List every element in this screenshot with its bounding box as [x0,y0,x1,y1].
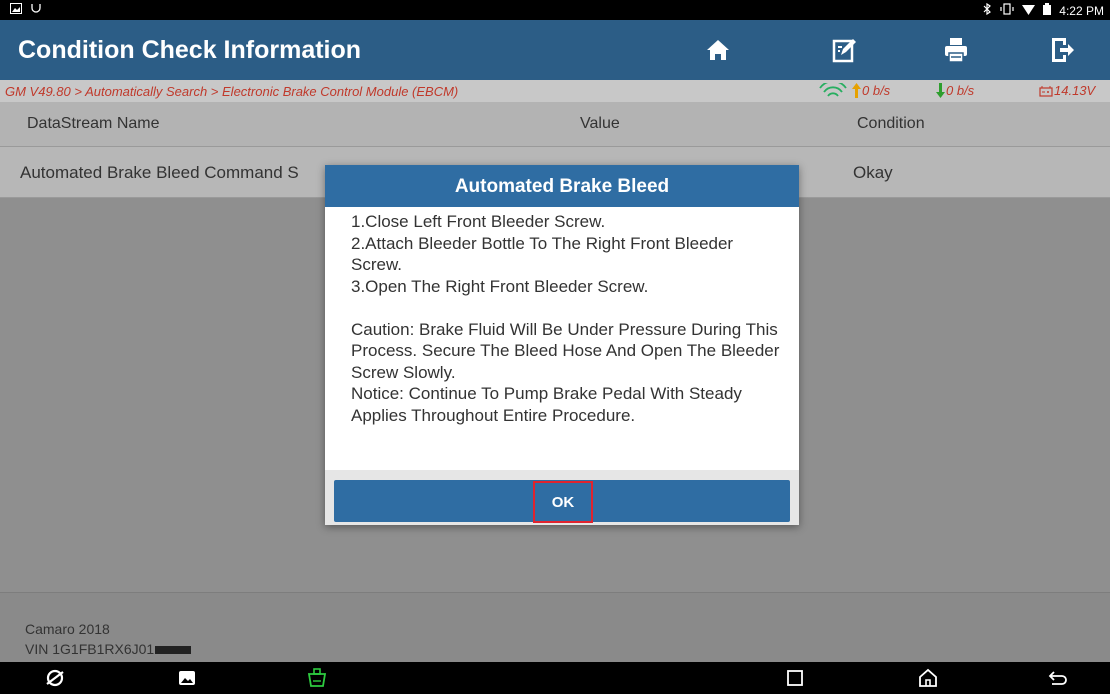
dialog-notice: Notice: Continue To Pump Brake Pedal Wit… [351,384,742,425]
ok-button-label: OK [533,481,593,523]
status-bar: 4:22 PM [0,0,1110,20]
recents-button[interactable] [780,666,810,690]
dialog-caution: Caution: Brake Fluid Will Be Under Press… [351,319,780,382]
vibrate-icon [1000,3,1014,18]
datastream-condition-cell: Okay [853,163,893,182]
column-header-name: DataStream Name [27,115,160,132]
table-header: DataStream Name Value Condition [0,102,1110,146]
vehicle-info-footer: Camaro 2018 VIN 1G1FB1RX6J01 [0,592,1110,662]
dialog-title: Automated Brake Bleed [325,165,799,207]
print-button[interactable] [926,28,986,72]
home-button[interactable] [688,28,748,72]
back-icon [1048,671,1067,685]
upload-arrow-icon [852,83,861,98]
automated-brake-bleed-dialog: Automated Brake Bleed 1.Close Left Front… [325,165,799,525]
recents-icon [787,670,803,686]
gallery-icon [179,671,195,685]
home-nav-button[interactable] [913,666,943,690]
notification-image-icon [10,3,22,17]
page-title: Condition Check Information [18,36,362,64]
dialog-steps: 1.Close Left Front Bleeder Screw. 2.Atta… [351,212,734,296]
back-button[interactable] [1043,666,1073,690]
usb-debug-icon [30,3,42,17]
column-header-value: Value [580,115,620,132]
home-icon [707,40,729,60]
vci-button[interactable] [302,666,332,690]
home-icon [919,668,937,687]
clock-time: 4:22 PM [1059,3,1104,18]
dialog-footer: OK [325,470,799,525]
vin-redaction [155,646,192,655]
vehicle-vin: VIN 1G1FB1RX6J01 [25,641,192,657]
gallery-button[interactable] [172,666,202,690]
exit-button[interactable] [1031,28,1091,72]
car-battery-icon [1039,85,1053,97]
edit-report-button[interactable] [814,28,874,72]
browser-button[interactable] [40,666,70,690]
breadcrumb-bar: GM V49.80 > Automatically Search > Elect… [0,80,1110,102]
edit-report-icon [832,39,856,63]
vehicle-model: Camaro 2018 [25,621,110,637]
battery-voltage: 14.13V [1039,83,1095,98]
title-bar: Condition Check Information [0,20,1110,80]
download-rate: 0 b/s [936,83,974,98]
upload-rate: 0 b/s [852,83,890,98]
battery-icon [1043,3,1052,18]
datastream-name-cell: Automated Brake Bleed Command S [20,163,299,182]
dialog-body: 1.Close Left Front Bleeder Screw. 2.Atta… [351,211,781,426]
breadcrumb: GM V49.80 > Automatically Search > Elect… [5,84,459,99]
download-arrow-icon [936,83,945,98]
bluetooth-icon [983,2,992,18]
column-header-condition: Condition [857,115,925,132]
ok-button[interactable]: OK [334,480,790,523]
navigation-bar [0,662,1110,694]
print-icon [945,38,967,63]
vci-icon [307,668,327,687]
exit-icon [1052,38,1074,62]
wifi-signal-icon [818,83,848,99]
browser-icon [46,669,64,687]
wifi-icon [1022,4,1036,18]
